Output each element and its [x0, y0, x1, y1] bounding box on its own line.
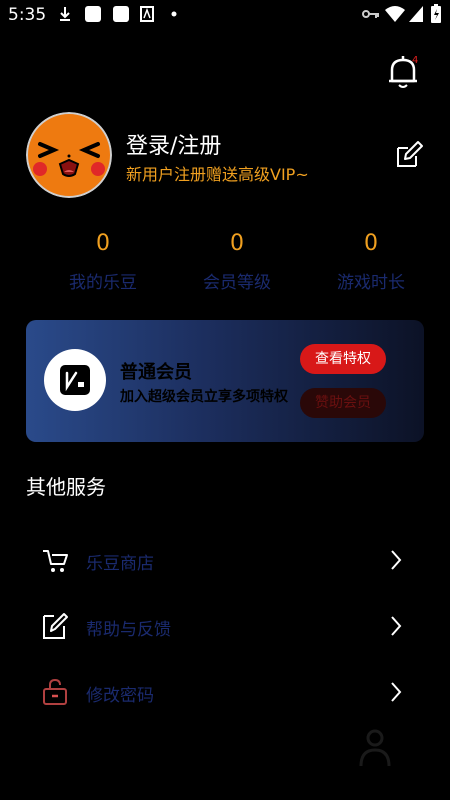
view-privileges-button[interactable]: 查看特权	[300, 344, 386, 374]
stat-label: 我的乐豆	[69, 273, 137, 293]
chevron-right-icon	[391, 550, 402, 570]
avatar[interactable]	[26, 112, 112, 198]
a-icon	[140, 6, 154, 22]
chevron-right-icon	[391, 616, 402, 636]
lock-icon	[43, 678, 67, 705]
sponsor-member-button[interactable]: 赞助会员	[300, 388, 386, 418]
section-title: 其他服务	[26, 475, 106, 499]
stat-game-time[interactable]: 0 游戏时长	[296, 228, 446, 293]
register-promo-text: 新用户注册赠送高级VIP~	[126, 165, 309, 184]
status-time: 5:35	[8, 5, 47, 25]
stat-value: 0	[230, 231, 244, 256]
edit-icon[interactable]	[394, 140, 424, 170]
feedback-icon	[43, 613, 68, 639]
signal-icon	[409, 6, 423, 22]
status-bar: 5:35	[0, 0, 450, 30]
menu-item-label: 帮助与反馈	[86, 620, 171, 640]
stat-label: 游戏时长	[337, 273, 405, 293]
stat-label: 会员等级	[203, 273, 271, 293]
wifi-icon	[385, 6, 405, 22]
stat-value: 0	[364, 231, 378, 256]
menu-item-change-password[interactable]: 修改密码	[0, 667, 450, 717]
menu-item-ledou-store[interactable]: 乐豆商店	[0, 535, 450, 585]
vip-card[interactable]: 普通会员 加入超级会员立享多项特权 查看特权 赞助会员	[26, 320, 424, 442]
pikachu-face-icon	[26, 112, 112, 198]
vip-badge-icon	[60, 365, 90, 395]
cart-icon	[43, 550, 68, 572]
vip-logo	[44, 349, 106, 411]
menu-item-label: 修改密码	[86, 686, 154, 706]
battery-icon	[431, 4, 441, 23]
menu-item-help-feedback[interactable]: 帮助与反馈	[0, 601, 450, 651]
vip-title: 普通会员	[120, 362, 192, 383]
login-register-link[interactable]: 登录/注册	[126, 128, 221, 160]
notification-badge: 4	[412, 55, 419, 66]
stat-ledou[interactable]: 0 我的乐豆	[28, 228, 178, 293]
key-icon	[362, 10, 379, 18]
app-icon	[113, 6, 129, 22]
app-icon	[85, 6, 101, 22]
dot-icon	[171, 11, 177, 17]
person-icon[interactable]	[358, 728, 392, 768]
stat-value: 0	[96, 231, 110, 256]
stat-member-level[interactable]: 0 会员等级	[162, 228, 312, 293]
menu-item-label: 乐豆商店	[86, 554, 154, 574]
vip-description: 加入超级会员立享多项特权	[120, 389, 288, 405]
chevron-right-icon	[391, 682, 402, 702]
download-icon	[60, 7, 70, 21]
